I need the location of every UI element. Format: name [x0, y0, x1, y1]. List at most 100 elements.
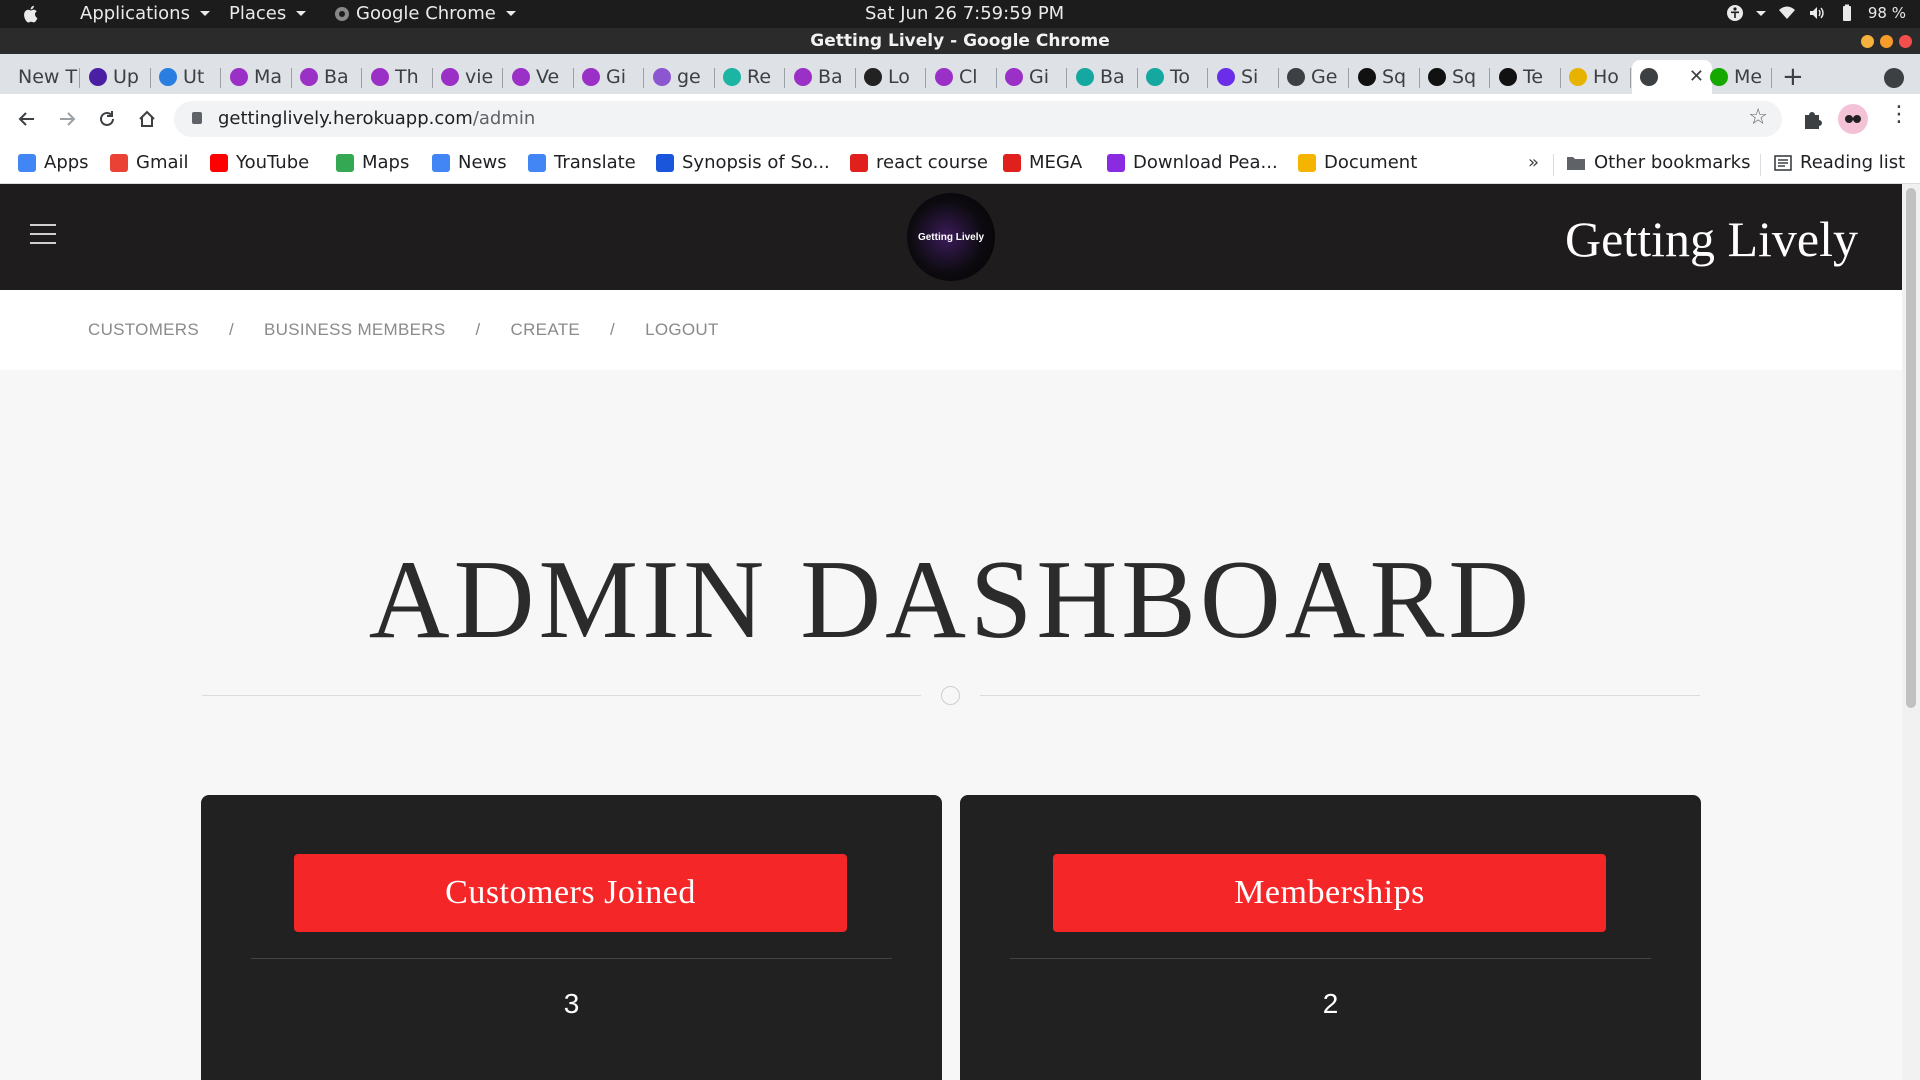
reading-list[interactable]: Reading list	[1774, 152, 1905, 173]
bookmark-item[interactable]: Gmail	[110, 152, 189, 173]
bookmark-item[interactable]: MEGA	[1003, 152, 1082, 173]
extensions-puzzle-icon[interactable]	[1800, 106, 1826, 132]
bookmark-label: Apps	[44, 152, 89, 173]
lock-icon[interactable]	[192, 112, 202, 124]
browser-tab[interactable]: Sq	[1350, 60, 1420, 94]
bookmark-item[interactable]: YouTube	[210, 152, 309, 173]
tab-favicon-icon	[1640, 68, 1658, 86]
browser-tab[interactable]: Cl	[927, 60, 997, 94]
browser-tab[interactable]: Gi	[997, 60, 1067, 94]
chrome-menu-icon[interactable]: ⋮	[1888, 102, 1910, 127]
nav-link-logout[interactable]: LOGOUT	[645, 320, 719, 340]
volume-icon	[1809, 7, 1824, 19]
other-bookmarks[interactable]: Other bookmarks	[1566, 152, 1750, 173]
browser-tab[interactable]: Ba	[786, 60, 856, 94]
browser-tab[interactable]: Ho	[1561, 60, 1631, 94]
tab-favicon-icon	[441, 68, 459, 86]
site-brand-title[interactable]: Getting Lively	[1565, 210, 1858, 268]
bookmark-favicon-icon	[336, 153, 354, 172]
divider-line-left	[202, 695, 921, 696]
tab-active[interactable]: ✕	[1632, 60, 1712, 94]
close-window-button[interactable]	[1899, 35, 1912, 48]
folder-icon	[1567, 156, 1585, 170]
browser-tab[interactable]: Th	[363, 60, 433, 94]
bookmark-item[interactable]: Download Pea...	[1107, 152, 1278, 173]
bookmark-item[interactable]: Maps	[336, 152, 409, 173]
reload-button[interactable]	[94, 106, 120, 132]
tab-favicon-icon	[230, 68, 248, 86]
maximize-button[interactable]	[1880, 35, 1893, 48]
caret-down-icon	[505, 11, 516, 16]
tab-favicon-icon	[935, 68, 953, 86]
browser-tab[interactable]: Sq	[1420, 60, 1490, 94]
browser-tab[interactable]: Me	[1702, 60, 1772, 94]
site-logo[interactable]: Getting Lively	[907, 193, 995, 281]
customers-joined-button[interactable]: Customers Joined	[294, 854, 847, 932]
forward-button[interactable]	[54, 106, 80, 132]
browser-tab[interactable]: ge	[645, 60, 715, 94]
bookmark-item[interactable]: react course	[850, 152, 988, 173]
bookmark-item[interactable]: Document	[1298, 152, 1417, 173]
browser-tab[interactable]: Si	[1209, 60, 1279, 94]
browser-tab[interactable]: Up	[81, 60, 151, 94]
home-button[interactable]	[134, 106, 160, 132]
os-menu-applications[interactable]: Applications	[80, 3, 210, 24]
bookmark-label: Download Pea...	[1133, 152, 1278, 173]
bookmark-star-icon[interactable]: ☆	[1748, 105, 1768, 130]
bookmark-item[interactable]: Apps	[18, 152, 89, 173]
browser-tab[interactable]: Ba	[1068, 60, 1138, 94]
apple-icon[interactable]	[22, 4, 40, 24]
tab-label: Up	[113, 66, 139, 88]
tab-label: Ba	[324, 66, 349, 88]
nav-link-business-members[interactable]: BUSINESS MEMBERS	[264, 320, 445, 340]
os-menu-chrome[interactable]: Google Chrome	[334, 3, 516, 24]
browser-tab[interactable]: To	[1138, 60, 1208, 94]
os-menu-places[interactable]: Places	[229, 3, 307, 24]
new-tab-button[interactable]: +	[1782, 62, 1804, 92]
tab-label: To	[1170, 66, 1191, 88]
browser-tab[interactable]: vie	[433, 60, 503, 94]
browser-tab[interactable]: Te	[1491, 60, 1561, 94]
customers-joined-count: 3	[563, 988, 580, 1019]
browser-tab[interactable]: Gi	[574, 60, 644, 94]
bookmarks-divider	[1760, 154, 1761, 176]
tab-label: Gi	[1029, 66, 1050, 88]
bookmarks-overflow-button[interactable]: »	[1528, 152, 1539, 173]
site-header: Getting Lively Getting Lively	[0, 184, 1902, 290]
minimize-button[interactable]	[1861, 35, 1874, 48]
profile-avatar[interactable]	[1838, 104, 1868, 134]
nav-link-customers[interactable]: CUSTOMERS	[88, 320, 199, 340]
tab-favicon-icon	[1499, 68, 1517, 86]
os-menu-label: Places	[229, 3, 287, 24]
bookmark-label: Maps	[362, 152, 410, 173]
os-menu-label: Applications	[80, 3, 190, 24]
browser-tab[interactable]: Re	[715, 60, 785, 94]
page-scrollbar[interactable]	[1902, 184, 1920, 1080]
accessibility-icon[interactable]	[1726, 4, 1744, 22]
browser-tab[interactable]: New T	[10, 60, 80, 94]
bookmark-favicon-icon	[528, 153, 546, 172]
browser-tab[interactable]: Ge	[1279, 60, 1349, 94]
bookmark-item[interactable]: Translate	[528, 152, 636, 173]
title-divider	[202, 686, 1700, 705]
hamburger-menu-icon[interactable]	[30, 224, 56, 251]
nav-link-create[interactable]: CREATE	[511, 320, 581, 340]
tab-label: Sq	[1382, 66, 1407, 88]
browser-tab[interactable]: Ma	[222, 60, 292, 94]
url-text[interactable]: gettinglively.herokuapp.com/admin	[218, 108, 535, 129]
address-bar[interactable]: gettinglively.herokuapp.com/admin ☆	[174, 101, 1782, 137]
bookmark-item[interactable]: Synopsis of So...	[656, 152, 830, 173]
browser-tab[interactable]: Ba	[292, 60, 362, 94]
scrollbar-thumb[interactable]	[1906, 188, 1916, 708]
window-title: Getting Lively - Google Chrome	[810, 31, 1110, 51]
os-status-area[interactable]: 98 %	[1726, 4, 1906, 22]
bookmark-item[interactable]: News	[432, 152, 507, 173]
os-clock[interactable]: Sat Jun 26 7:59:59 PM	[865, 3, 1064, 24]
tab-search-icon[interactable]	[1884, 68, 1904, 88]
browser-tab[interactable]: Ut	[151, 60, 221, 94]
bookmark-favicon-icon	[210, 153, 228, 172]
memberships-button[interactable]: Memberships	[1053, 854, 1606, 932]
browser-tab[interactable]: Lo	[856, 60, 926, 94]
back-button[interactable]	[14, 106, 40, 132]
browser-tab[interactable]: Ve	[504, 60, 574, 94]
